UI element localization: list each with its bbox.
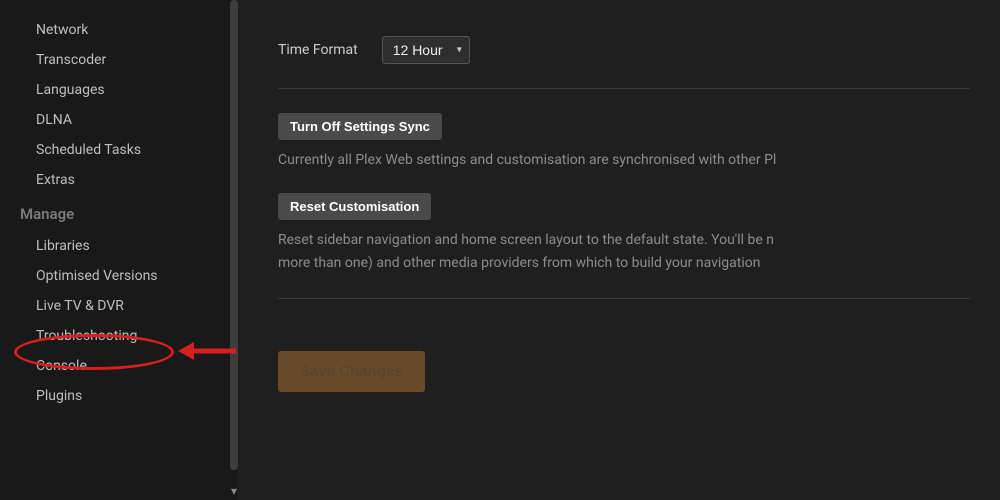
save-changes-button[interactable]: Save Changes: [278, 351, 425, 392]
sync-help-text: Currently all Plex Web settings and cust…: [278, 150, 970, 171]
scrollbar-track: [228, 0, 238, 500]
time-format-select[interactable]: 12 Hour: [382, 36, 470, 64]
sidebar-item-libraries[interactable]: Libraries: [0, 231, 238, 261]
reset-help-text-1: Reset sidebar navigation and home screen…: [278, 230, 970, 251]
sidebar-item-optimised-versions[interactable]: Optimised Versions: [0, 261, 238, 291]
sidebar-item-live-tv-dvr[interactable]: Live TV & DVR: [0, 291, 238, 321]
sidebar-item-extras[interactable]: Extras: [0, 165, 238, 195]
reset-help-text-2: more than one) and other media providers…: [278, 253, 970, 274]
chevron-down-icon[interactable]: ▾: [231, 484, 237, 498]
sidebar-item-dlna[interactable]: DLNA: [0, 105, 238, 135]
sidebar-item-transcoder[interactable]: Transcoder: [0, 45, 238, 75]
sidebar-item-network[interactable]: Network: [0, 15, 238, 45]
reset-customisation-button[interactable]: Reset Customisation: [278, 193, 431, 220]
scrollbar-thumb[interactable]: [230, 0, 238, 470]
time-format-row: Time Format 12 Hour ▾: [278, 36, 970, 64]
sidebar: Network Transcoder Languages DLNA Schedu…: [0, 0, 238, 500]
divider: [278, 298, 970, 299]
sidebar-section-manage: Manage: [0, 195, 238, 231]
sidebar-item-console[interactable]: Console: [0, 351, 238, 381]
main-content: Time Format 12 Hour ▾ Turn Off Settings …: [238, 0, 1000, 500]
sidebar-item-scheduled-tasks[interactable]: Scheduled Tasks: [0, 135, 238, 165]
turn-off-sync-button[interactable]: Turn Off Settings Sync: [278, 113, 442, 140]
sidebar-item-languages[interactable]: Languages: [0, 75, 238, 105]
sidebar-item-troubleshooting[interactable]: Troubleshooting: [0, 321, 238, 351]
sidebar-item-plugins[interactable]: Plugins: [0, 381, 238, 411]
time-format-label: Time Format: [278, 42, 358, 58]
divider: [278, 88, 970, 89]
